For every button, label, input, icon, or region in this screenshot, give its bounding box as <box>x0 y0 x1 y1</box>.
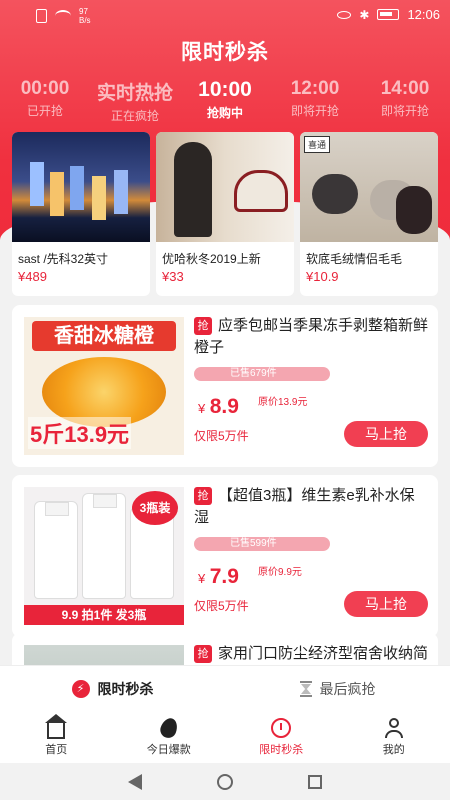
time-tab-live[interactable]: 实时热抢 正在疯抢 <box>90 78 180 123</box>
product-name: sast /先科32英寸 <box>18 252 109 266</box>
sold-count: 已售599件 <box>194 537 330 551</box>
tab-flash-sale[interactable]: 限时秒杀 <box>225 711 338 763</box>
wifi-icon <box>55 10 71 22</box>
time-tab-status: 即将开抢 <box>290 104 339 118</box>
home-circle-icon[interactable] <box>216 773 233 790</box>
price-value: 7.9 <box>209 565 239 588</box>
tab-label: 我的 <box>382 744 405 756</box>
bottle-image <box>34 501 78 599</box>
time-tabs: 00:00 已开抢 实时热抢 正在疯抢 10:00 抢购中 12:00 即将开抢… <box>0 78 450 123</box>
time-tab-time: 12:00 <box>290 78 340 99</box>
featured-product-card[interactable]: sast /先科32英寸 ¥489 <box>12 132 150 296</box>
product-name: 优哈秋冬2019上新 <box>162 252 261 266</box>
thumbnail-banner: 香甜冰糖橙 <box>32 321 176 351</box>
tab-hot-today[interactable]: 今日爆款 <box>113 711 226 763</box>
original-price: 原价9.9元 <box>258 567 302 578</box>
list-item[interactable]: 3瓶装 9.9 拍1件 发3瓶 抢 【超值3瓶】维生素e乳补水保湿 已售599件… <box>12 475 438 637</box>
net-speed-value: 97 <box>79 7 88 16</box>
tab-mine[interactable]: 我的 <box>338 711 450 763</box>
product-image-bag <box>156 132 294 242</box>
product-price: ¥ 7.9 <box>198 565 239 589</box>
time-tab-status: 正在疯抢 <box>110 109 159 123</box>
time-tab-0000[interactable]: 00:00 已开抢 <box>0 78 90 122</box>
product-price: ¥ 8.9 <box>198 395 239 419</box>
clock-icon <box>271 718 292 738</box>
currency-symbol: ¥ <box>198 401 206 416</box>
thumbnail-strip: 9.9 拍1件 发3瓶 <box>24 605 184 625</box>
price-value: 8.9 <box>209 395 239 418</box>
segment-label: 最后疯抢 <box>319 680 376 697</box>
eye-comfort-icon <box>337 10 352 19</box>
stock-limit: 仅限5万件 <box>194 599 249 613</box>
segment-flash-sale[interactable]: ⚡ 限时秒杀 <box>0 666 225 711</box>
featured-products: sast /先科32英寸 ¥489 优哈秋冬2019上新 ¥33 喜通 软底毛绒… <box>12 132 438 296</box>
bolt-icon: ⚡ <box>71 679 90 698</box>
bottom-tab-bar: 首页 今日爆款 限时秒杀 我的 <box>0 711 450 763</box>
list-item[interactable]: 香甜冰糖橙 5斤13.9元 抢 应季包邮当季果冻手剥整箱新鲜橙子 已售679件 … <box>12 305 438 467</box>
time-tab-1400[interactable]: 14:00 即将开抢 <box>360 78 450 122</box>
featured-product-card[interactable]: 优哈秋冬2019上新 ¥33 <box>156 132 294 296</box>
time-tab-1200[interactable]: 12:00 即将开抢 <box>270 78 360 122</box>
flame-icon <box>157 715 180 741</box>
original-price: 原价13.9元 <box>258 397 308 408</box>
tab-label: 今日爆款 <box>146 744 191 756</box>
product-price: ¥489 <box>18 269 47 284</box>
status-bar: 97 B/s ✱ 12:06 <box>0 0 450 32</box>
brand-logo: 喜通 <box>304 136 331 153</box>
tab-label: 限时秒杀 <box>259 744 304 756</box>
net-speed-unit: B/s <box>79 16 91 25</box>
thumbnail-badge: 3瓶装 <box>132 491 178 525</box>
time-tab-status: 抢购中 <box>206 106 243 120</box>
product-image-slipper: 喜通 <box>300 132 438 242</box>
time-tab-time: 实时热抢 <box>96 83 173 104</box>
segment-label: 限时秒杀 <box>97 680 154 697</box>
user-icon <box>384 718 403 738</box>
product-name: 软底毛绒情侣毛毛 <box>306 252 403 266</box>
net-speed: 97 B/s <box>79 7 91 25</box>
currency-symbol: ¥ <box>198 571 206 586</box>
time-tab-status: 已开抢 <box>26 104 63 118</box>
buy-now-button[interactable]: 马上抢 <box>344 591 428 617</box>
stock-limit: 仅限5万件 <box>194 429 249 443</box>
page-title: 限时秒杀 <box>181 41 269 64</box>
time-tab-1000[interactable]: 10:00 抢购中 <box>180 78 270 122</box>
tab-label: 首页 <box>45 744 68 756</box>
system-nav-bar <box>0 763 450 800</box>
thumbnail-offer: 5斤13.9元 <box>28 417 132 449</box>
bottle-image <box>82 493 126 599</box>
home-icon <box>45 714 68 739</box>
product-price: ¥33 <box>162 269 184 284</box>
product-thumbnail: 3瓶装 9.9 拍1件 发3瓶 <box>24 487 184 625</box>
back-icon[interactable] <box>127 773 142 790</box>
hourglass-icon <box>299 680 312 697</box>
product-price: ¥10.9 <box>306 269 339 284</box>
product-image-tv <box>12 132 150 242</box>
featured-product-card[interactable]: 喜通 软底毛绒情侣毛毛 ¥10.9 <box>300 132 438 296</box>
time-tab-status: 即将开抢 <box>380 104 429 118</box>
recent-apps-icon[interactable] <box>308 774 323 789</box>
bluetooth-icon: ✱ <box>359 7 370 22</box>
sim-card-icon <box>36 9 47 23</box>
time-tab-time: 10:00 <box>198 78 252 101</box>
battery-icon <box>377 9 400 20</box>
status-time: 12:06 <box>407 7 440 22</box>
product-title: 【超值3瓶】维生素e乳补水保湿 <box>194 487 415 526</box>
sold-count: 已售679件 <box>194 367 330 381</box>
product-title: 应季包邮当季果冻手剥整箱新鲜橙子 <box>194 317 429 356</box>
section-switcher: ⚡ 限时秒杀 最后疯抢 <box>0 665 450 711</box>
segment-last-rush[interactable]: 最后疯抢 <box>225 666 450 711</box>
time-tab-time: 00:00 <box>20 78 70 99</box>
time-tab-time: 14:00 <box>380 78 430 99</box>
product-thumbnail: 香甜冰糖橙 5斤13.9元 <box>24 317 184 455</box>
buy-now-button[interactable]: 马上抢 <box>344 421 428 447</box>
tab-home[interactable]: 首页 <box>0 711 113 763</box>
